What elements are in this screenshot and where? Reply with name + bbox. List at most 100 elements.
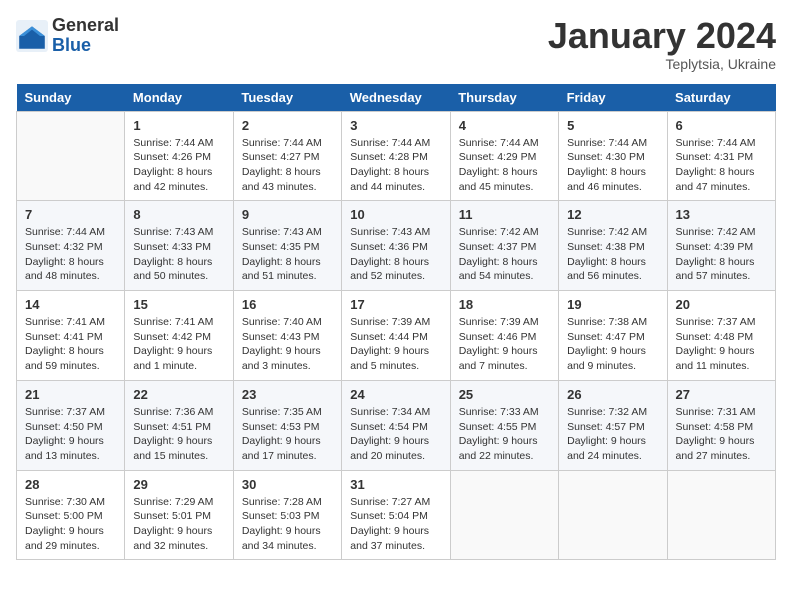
calendar-cell: 1Sunrise: 7:44 AMSunset: 4:26 PMDaylight… <box>125 111 233 201</box>
day-info: Sunrise: 7:32 AMSunset: 4:57 PMDaylight:… <box>567 405 658 464</box>
day-number: 16 <box>242 297 333 312</box>
calendar-cell: 25 Sunrise: 7:33 AMSunset: 4:55 PMDayligh… <box>450 380 558 470</box>
day-number: 10 <box>350 207 441 222</box>
day-number: 29 <box>133 477 224 492</box>
calendar-cell: 14 Sunrise: 7:41 AMSunset: 4:41 PMDayligh… <box>17 291 125 381</box>
col-monday: Monday <box>125 84 233 112</box>
col-friday: Friday <box>559 84 667 112</box>
calendar-cell: 28 Sunrise: 7:30 AMSunset: 5:00 PMDayligh… <box>17 470 125 560</box>
day-number: 20 <box>676 297 767 312</box>
calendar-cell: 13Sunrise: 7:42 AMSunset: 4:39 PMDayligh… <box>667 201 775 291</box>
day-info: Sunrise: 7:39 AMSunset: 4:46 PMDaylight:… <box>459 315 550 374</box>
logo: General Blue <box>16 16 119 56</box>
calendar-body: 1Sunrise: 7:44 AMSunset: 4:26 PMDaylight… <box>17 111 776 560</box>
calendar-cell: 5 Sunrise: 7:44 AMSunset: 4:30 PMDaylight… <box>559 111 667 201</box>
day-number: 6 <box>676 118 767 133</box>
day-number: 22 <box>133 387 224 402</box>
day-info: Sunrise: 7:36 AMSunset: 4:51 PMDaylight:… <box>133 405 224 464</box>
day-info: Sunrise: 7:34 AMSunset: 4:54 PMDaylight:… <box>350 405 441 464</box>
col-thursday: Thursday <box>450 84 558 112</box>
day-info: Sunrise: 7:35 AMSunset: 4:53 PMDaylight:… <box>242 405 333 464</box>
day-info: Sunrise: 7:44 AMSunset: 4:29 PMDaylight:… <box>459 136 550 195</box>
calendar-cell: 21Sunrise: 7:37 AMSunset: 4:50 PMDayligh… <box>17 380 125 470</box>
day-info: Sunrise: 7:44 AMSunset: 4:28 PMDaylight:… <box>350 136 441 195</box>
calendar-header: Sunday Monday Tuesday Wednesday Thursday… <box>17 84 776 112</box>
day-number: 27 <box>676 387 767 402</box>
day-number: 7 <box>25 207 116 222</box>
page-header: General Blue January 2024 Teplytsia, Ukr… <box>16 16 776 72</box>
logo-blue-text: Blue <box>52 35 91 55</box>
col-saturday: Saturday <box>667 84 775 112</box>
day-info: Sunrise: 7:41 AMSunset: 4:42 PMDaylight:… <box>133 315 224 374</box>
calendar-cell: 16Sunrise: 7:40 AMSunset: 4:43 PMDayligh… <box>233 291 341 381</box>
calendar-cell: 30Sunrise: 7:28 AMSunset: 5:03 PMDayligh… <box>233 470 341 560</box>
day-number: 18 <box>459 297 550 312</box>
day-info: Sunrise: 7:42 AMSunset: 4:39 PMDaylight:… <box>676 225 767 284</box>
calendar-cell: 22 Sunrise: 7:36 AMSunset: 4:51 PMDayligh… <box>125 380 233 470</box>
day-info: Sunrise: 7:43 AMSunset: 4:33 PMDaylight:… <box>133 225 224 284</box>
calendar-cell: 24 Sunrise: 7:34 AMSunset: 4:54 PMDayligh… <box>342 380 450 470</box>
logo-icon <box>16 20 48 52</box>
logo-general-text: General <box>52 15 119 35</box>
day-info: Sunrise: 7:38 AMSunset: 4:47 PMDaylight:… <box>567 315 658 374</box>
day-info: Sunrise: 7:29 AMSunset: 5:01 PMDaylight:… <box>133 495 224 554</box>
day-number: 3 <box>350 118 441 133</box>
calendar-cell: 3 Sunrise: 7:44 AMSunset: 4:28 PMDaylight… <box>342 111 450 201</box>
day-number: 12 <box>567 207 658 222</box>
week-row-1: 1Sunrise: 7:44 AMSunset: 4:26 PMDaylight… <box>17 111 776 201</box>
day-info: Sunrise: 7:30 AMSunset: 5:00 PMDaylight:… <box>25 495 116 554</box>
day-info: Sunrise: 7:37 AMSunset: 4:50 PMDaylight:… <box>25 405 116 464</box>
month-title: January 2024 <box>548 16 776 56</box>
day-info: Sunrise: 7:44 AMSunset: 4:26 PMDaylight:… <box>133 136 224 195</box>
col-sunday: Sunday <box>17 84 125 112</box>
calendar-cell: 7Sunrise: 7:44 AMSunset: 4:32 PMDaylight… <box>17 201 125 291</box>
day-number: 14 <box>25 297 116 312</box>
day-number: 23 <box>242 387 333 402</box>
calendar-cell <box>667 470 775 560</box>
day-info: Sunrise: 7:42 AMSunset: 4:37 PMDaylight:… <box>459 225 550 284</box>
col-wednesday: Wednesday <box>342 84 450 112</box>
week-row-3: 14 Sunrise: 7:41 AMSunset: 4:41 PMDayligh… <box>17 291 776 381</box>
calendar-table: Sunday Monday Tuesday Wednesday Thursday… <box>16 84 776 561</box>
calendar-cell: 12Sunrise: 7:42 AMSunset: 4:38 PMDayligh… <box>559 201 667 291</box>
calendar-cell <box>17 111 125 201</box>
calendar-cell: 26Sunrise: 7:32 AMSunset: 4:57 PMDayligh… <box>559 380 667 470</box>
calendar-cell: 29 Sunrise: 7:29 AMSunset: 5:01 PMDayligh… <box>125 470 233 560</box>
calendar-cell: 17 Sunrise: 7:39 AMSunset: 4:44 PMDayligh… <box>342 291 450 381</box>
day-number: 15 <box>133 297 224 312</box>
day-number: 19 <box>567 297 658 312</box>
calendar-cell: 8 Sunrise: 7:43 AMSunset: 4:33 PMDaylight… <box>125 201 233 291</box>
day-number: 8 <box>133 207 224 222</box>
day-info: Sunrise: 7:39 AMSunset: 4:44 PMDaylight:… <box>350 315 441 374</box>
week-row-2: 7Sunrise: 7:44 AMSunset: 4:32 PMDaylight… <box>17 201 776 291</box>
day-number: 5 <box>567 118 658 133</box>
day-info: Sunrise: 7:33 AMSunset: 4:55 PMDaylight:… <box>459 405 550 464</box>
calendar-cell: 10 Sunrise: 7:43 AMSunset: 4:36 PMDayligh… <box>342 201 450 291</box>
col-tuesday: Tuesday <box>233 84 341 112</box>
day-number: 17 <box>350 297 441 312</box>
day-number: 31 <box>350 477 441 492</box>
calendar-cell: 11 Sunrise: 7:42 AMSunset: 4:37 PMDayligh… <box>450 201 558 291</box>
day-number: 25 <box>459 387 550 402</box>
calendar-cell: 15 Sunrise: 7:41 AMSunset: 4:42 PMDayligh… <box>125 291 233 381</box>
calendar-cell: 6Sunrise: 7:44 AMSunset: 4:31 PMDaylight… <box>667 111 775 201</box>
location-subtitle: Teplytsia, Ukraine <box>548 56 776 72</box>
calendar-cell: 4 Sunrise: 7:44 AMSunset: 4:29 PMDaylight… <box>450 111 558 201</box>
title-block: January 2024 Teplytsia, Ukraine <box>548 16 776 72</box>
calendar-cell: 31Sunrise: 7:27 AMSunset: 5:04 PMDayligh… <box>342 470 450 560</box>
calendar-cell <box>450 470 558 560</box>
day-number: 28 <box>25 477 116 492</box>
day-info: Sunrise: 7:41 AMSunset: 4:41 PMDaylight:… <box>25 315 116 374</box>
calendar-cell: 19 Sunrise: 7:38 AMSunset: 4:47 PMDayligh… <box>559 291 667 381</box>
calendar-cell <box>559 470 667 560</box>
day-number: 24 <box>350 387 441 402</box>
day-number: 2 <box>242 118 333 133</box>
day-number: 4 <box>459 118 550 133</box>
day-info: Sunrise: 7:44 AMSunset: 4:30 PMDaylight:… <box>567 136 658 195</box>
week-row-5: 28 Sunrise: 7:30 AMSunset: 5:00 PMDayligh… <box>17 470 776 560</box>
week-row-4: 21Sunrise: 7:37 AMSunset: 4:50 PMDayligh… <box>17 380 776 470</box>
day-number: 11 <box>459 207 550 222</box>
calendar-cell: 9Sunrise: 7:43 AMSunset: 4:35 PMDaylight… <box>233 201 341 291</box>
day-info: Sunrise: 7:43 AMSunset: 4:36 PMDaylight:… <box>350 225 441 284</box>
calendar-cell: 2Sunrise: 7:44 AMSunset: 4:27 PMDaylight… <box>233 111 341 201</box>
